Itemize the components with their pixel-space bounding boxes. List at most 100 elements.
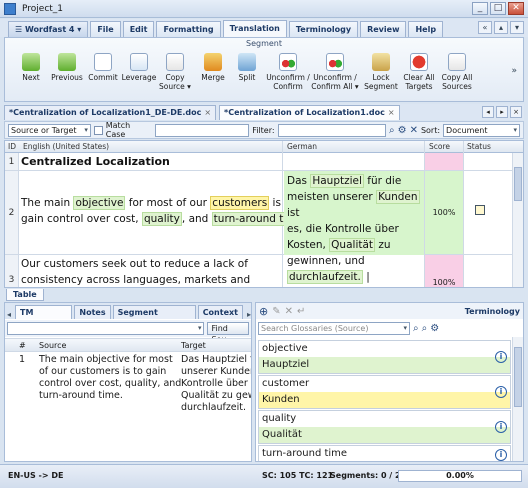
add-term-icon[interactable]: ⊕ <box>259 305 268 318</box>
tab-translation[interactable]: Translation <box>222 20 287 37</box>
ribbon-collapse-icon[interactable]: « <box>478 21 492 34</box>
close-tab-icon[interactable]: × <box>388 106 395 120</box>
match-case-checkbox[interactable] <box>93 125 103 135</box>
source-cell[interactable]: Our customers seek out to reduce a lack … <box>21 256 250 287</box>
commit-button[interactable]: Commit <box>83 53 123 82</box>
segment-grid: ID English (United States) German Score … <box>4 140 524 288</box>
tabs-scroll-left-icon[interactable]: ◂ <box>7 310 11 319</box>
target-cell-editor[interactable]: Das Hauptziel für die meisten unserer Ku… <box>284 171 424 284</box>
tab-formatting[interactable]: Formatting <box>156 21 221 37</box>
tab-file[interactable]: File <box>90 21 121 37</box>
terminology-scrollbar[interactable] <box>512 337 523 461</box>
tm-lookup-panel: ◂ TM Lookup Notes Segment History Contex… <box>4 302 252 462</box>
sort-label: Sort: <box>420 125 441 135</box>
source-target-select[interactable]: Source or Target ▾ <box>8 123 91 137</box>
source-cell[interactable]: The main objective for most of our custo… <box>21 195 308 227</box>
copy-source-button[interactable]: Copy Source ▾ <box>155 53 195 91</box>
filter-combo[interactable] <box>154 123 250 137</box>
split-button[interactable]: Split <box>227 53 267 82</box>
tab-review[interactable]: Review <box>360 21 407 37</box>
score-cell <box>425 153 463 170</box>
tab-context[interactable]: Context <box>197 305 243 319</box>
clear-all-targets-button[interactable]: Clear All Targets <box>399 53 439 91</box>
glossary-search-bar: Search Glossaries (Source) ▾ ⌕ ⌕ ⚙ <box>256 320 523 337</box>
unconfirm-confirm-button[interactable]: Unconfirm / Confirm <box>263 53 313 91</box>
term-highlight: objective <box>73 196 126 210</box>
col-score[interactable]: Score <box>429 142 450 151</box>
term-target: Qualität <box>259 427 510 443</box>
language-pair: EN-US -> DE <box>8 471 64 480</box>
tab-help[interactable]: Help <box>408 21 444 37</box>
search-icon[interactable]: ⌕ <box>413 323 419 334</box>
window-title: Project_1 <box>22 3 64 14</box>
unconfirm-confirm-all-icon <box>326 53 344 71</box>
previous-button[interactable]: Previous <box>47 53 87 82</box>
table-row[interactable]: 3 Our customers seek out to reduce a lac… <box>5 255 512 287</box>
progress-bar: 0.00% <box>398 470 522 482</box>
ribbon-tabs: ☰ Wordfast 4 ▾ File Edit Formatting Tran… <box>0 19 528 37</box>
ribbon-more-icon[interactable]: » <box>511 66 517 76</box>
tab-close-icon[interactable]: × <box>510 106 522 118</box>
ribbon-scroll-down-icon[interactable]: ▾ <box>510 21 524 34</box>
sort-select[interactable]: Document ▾ <box>443 123 520 137</box>
terminology-toolbar: ⊕ ✎ ✕ ↵ Terminology <box>256 303 523 319</box>
next-button[interactable]: Next <box>11 53 51 82</box>
table-view-tab[interactable]: Table <box>6 289 44 301</box>
table-row[interactable]: 1 Centralized Localization <box>5 153 512 171</box>
info-icon[interactable]: i <box>495 421 507 433</box>
col-id[interactable]: ID <box>8 142 16 151</box>
score-cell: 100% <box>425 171 463 254</box>
search-icon[interactable]: ⌕ <box>389 125 395 136</box>
tab-segment-history[interactable]: Segment History <box>112 305 196 330</box>
tab-notes[interactable]: Notes <box>74 305 111 319</box>
col-source[interactable]: English (United States) <box>23 142 109 151</box>
tabs-scroll-right-icon[interactable]: ▸ <box>247 310 251 319</box>
tab-scroll-right-icon[interactable]: ▸ <box>496 106 508 118</box>
status-bar: EN-US -> DE SC: 105 TC: 121 Segments: 0 … <box>0 464 528 488</box>
glossary-search-input[interactable]: Search Glossaries (Source) ▾ <box>258 322 410 335</box>
table-row-active[interactable]: 2 The main objective for most of our cus… <box>5 171 512 284</box>
find-source-button[interactable]: Find Sou <box>207 322 249 344</box>
edit-term-icon[interactable]: ✎ <box>272 306 280 317</box>
wordfast-menu[interactable]: ☰ Wordfast 4 ▾ <box>8 21 89 37</box>
document-tabs: *Centralization of Localization1_DE-DE.d… <box>4 104 524 120</box>
maximize-button[interactable]: □ <box>490 2 506 15</box>
term-entry[interactable]: customer Kunden i <box>258 375 511 409</box>
lock-segment-button[interactable]: Lock Segment <box>361 53 401 91</box>
tab-scroll-left-icon[interactable]: ◂ <box>482 106 494 118</box>
tm-result-row[interactable]: 1 The main objective for most of our cus… <box>5 354 251 414</box>
tab-edit[interactable]: Edit <box>122 21 155 37</box>
term-entry[interactable]: quality Qualität i <box>258 410 511 444</box>
col-status[interactable]: Status <box>467 142 491 151</box>
close-button[interactable]: ✕ <box>508 2 524 15</box>
filter-options-icon[interactable]: ⚙ <box>398 125 407 136</box>
row-number: 2 <box>5 171 19 254</box>
search-options-icon[interactable]: ⌕ <box>422 323 428 334</box>
term-source: objective <box>259 341 510 357</box>
tm-search-select[interactable]: ▾ <box>7 322 205 335</box>
tab-terminology[interactable]: Terminology <box>288 21 359 37</box>
col-target[interactable]: German <box>287 142 317 151</box>
close-tab-icon[interactable]: × <box>204 106 211 120</box>
unconfirm-confirm-all-button[interactable]: Unconfirm / Confirm All ▾ <box>309 53 361 91</box>
clear-filter-icon[interactable]: ✕ <box>410 125 418 136</box>
info-icon[interactable]: i <box>495 449 507 461</box>
doc-tab-de[interactable]: *Centralization of Localization1_DE-DE.d… <box>4 105 217 120</box>
doc-tab-en[interactable]: *Centralization of Localization1.doc × <box>219 105 400 120</box>
term-entry[interactable]: turn-around time i <box>258 445 511 461</box>
info-icon[interactable]: i <box>495 351 507 363</box>
insert-term-icon[interactable]: ↵ <box>297 306 305 317</box>
tab-tm-lookup[interactable]: TM Lookup <box>15 305 73 330</box>
term-entry[interactable]: objective Hauptziel i <box>258 340 511 374</box>
copy-all-sources-button[interactable]: Copy All Sources <box>437 53 477 91</box>
term-source: customer <box>259 376 510 392</box>
filter-input[interactable] <box>277 123 386 137</box>
minimize-button[interactable]: _ <box>472 2 488 15</box>
leverage-button[interactable]: Leverage <box>119 53 159 82</box>
settings-icon[interactable]: ⚙ <box>430 323 439 334</box>
ribbon-scroll-up-icon[interactable]: ▴ <box>494 21 508 34</box>
source-cell[interactable]: Centralized Localization <box>21 154 170 170</box>
grid-scrollbar[interactable] <box>512 153 523 287</box>
info-icon[interactable]: i <box>495 386 507 398</box>
delete-term-icon[interactable]: ✕ <box>285 306 293 317</box>
